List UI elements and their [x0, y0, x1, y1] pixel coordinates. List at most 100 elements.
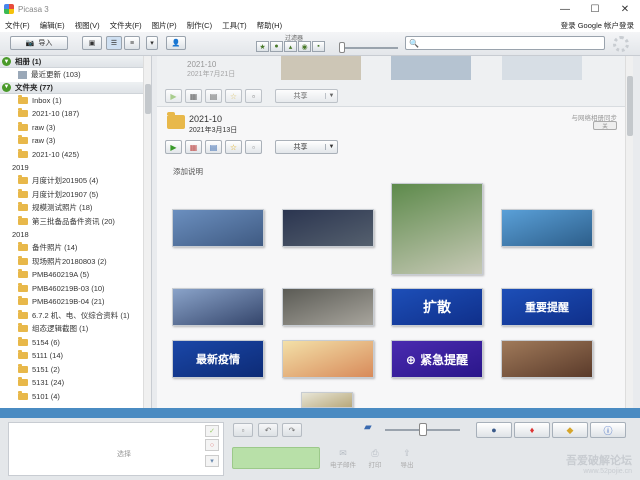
previous-share-button[interactable]: 共享 ▼: [275, 89, 338, 103]
menu-folder[interactable]: 文件夹(F): [105, 20, 147, 31]
filter-user-icon[interactable]: ▴: [284, 41, 297, 52]
maximize-button[interactable]: ☐: [580, 0, 610, 18]
movie-button[interactable]: ▤: [205, 140, 222, 154]
share-button[interactable]: 共享 ▼: [275, 140, 338, 154]
print-button[interactable]: ⎙ 打印: [360, 448, 390, 469]
folder-item[interactable]: 6.7.2 机、电、仪综合资料 (1): [0, 309, 151, 323]
sidebar-scrollbar-thumb[interactable]: [145, 84, 151, 114]
minimize-button[interactable]: —: [550, 0, 580, 18]
tags-panel-button[interactable]: ◆: [552, 422, 588, 438]
close-button[interactable]: ✕: [610, 0, 640, 18]
photo-building[interactable]: [172, 209, 264, 247]
folder-item[interactable]: raw (3): [0, 134, 151, 148]
folder-item[interactable]: 5131 (24): [0, 376, 151, 390]
folder-item[interactable]: PMB460219B-03 (10): [0, 282, 151, 296]
export-button[interactable]: ⇪ 导出: [392, 448, 422, 469]
folder-item[interactable]: PMB460219A (5): [0, 268, 151, 282]
collapse-icon[interactable]: ▼: [2, 57, 11, 66]
collage-button[interactable]: ▦: [185, 140, 202, 154]
folder-item[interactable]: 5151 (2): [0, 363, 151, 377]
albums-header[interactable]: ▼ 相册 (1): [0, 56, 151, 68]
menu-picture[interactable]: 图片(P): [147, 20, 182, 31]
photo-spread-banner[interactable]: 扩散: [391, 288, 483, 326]
photo-document[interactable]: [301, 392, 353, 408]
photo-navy-ship[interactable]: [172, 288, 264, 326]
folder-item[interactable]: 规模测试照片 (18): [0, 201, 151, 215]
menu-view[interactable]: 视图(V): [70, 20, 105, 31]
collapse-icon[interactable]: ▼: [2, 82, 11, 92]
list-view-button[interactable]: ☰: [106, 36, 122, 50]
people-panel-button[interactable]: ●: [476, 422, 512, 438]
folder-label: raw (3): [32, 122, 56, 132]
tree-view-button[interactable]: ≡: [124, 36, 140, 50]
folder-item[interactable]: raw (3): [0, 121, 151, 135]
save-button[interactable]: ▫: [245, 140, 262, 154]
folder-item[interactable]: 第三批备品备件资讯 (20): [0, 215, 151, 229]
view-dropdown-button[interactable]: ▾: [146, 36, 158, 50]
folder-item[interactable]: 2021-10 (425): [0, 148, 151, 162]
folder-item[interactable]: 5101 (4): [0, 390, 151, 404]
play-slideshow-button[interactable]: ▶: [165, 140, 182, 154]
menu-file[interactable]: 文件(F): [0, 20, 35, 31]
menu-edit[interactable]: 编辑(E): [35, 20, 70, 31]
places-panel-button[interactable]: ♦: [514, 422, 550, 438]
rotate-left-button[interactable]: ↶: [258, 423, 278, 437]
info-panel-button[interactable]: ⓘ: [590, 422, 626, 438]
add-to-icon[interactable]: ▾: [205, 455, 219, 467]
star-button[interactable]: ☆: [225, 140, 242, 154]
movie-icon[interactable]: ▤: [205, 89, 222, 103]
search-input[interactable]: 🔍: [405, 36, 605, 50]
filter-people-icon[interactable]: ●: [270, 41, 283, 52]
album-item-recent[interactable]: 最近更新 (103): [0, 68, 151, 82]
photo-aerial-mosque[interactable]: [391, 183, 483, 275]
folder-item[interactable]: 组态逻辑截图 (1): [0, 322, 151, 336]
web-sync-toggle[interactable]: 关: [593, 121, 617, 130]
people-button[interactable]: 👤: [166, 36, 186, 50]
filter-video-icon[interactable]: ▪: [312, 41, 325, 52]
photo-latest-epidemic[interactable]: 最新疫情: [172, 340, 264, 378]
folder-item[interactable]: 5154 (6): [0, 336, 151, 350]
star-icon[interactable]: ☆: [225, 89, 242, 103]
main-scrollbar[interactable]: [625, 56, 633, 408]
menu-help[interactable]: 帮助(H): [252, 20, 287, 31]
filter-geotag-icon[interactable]: ◉: [298, 41, 311, 52]
email-button[interactable]: ✉ 电子邮件: [328, 448, 358, 469]
rotate-right-button[interactable]: ↷: [282, 423, 302, 437]
folder-item[interactable]: 月度计划201907 (5): [0, 188, 151, 202]
save-icon[interactable]: ▫: [245, 89, 262, 103]
photo-medical[interactable]: [282, 288, 374, 326]
filter-starred-icon[interactable]: ★: [256, 41, 269, 52]
folder-item[interactable]: Inbox (1): [0, 94, 151, 108]
menu-create[interactable]: 制作(C): [182, 20, 217, 31]
photo-warship[interactable]: [501, 209, 593, 247]
folder-item[interactable]: 现场照片20180803 (2): [0, 255, 151, 269]
add-to-album-button[interactable]: ▣: [82, 36, 102, 50]
photo-portraits[interactable]: [501, 340, 593, 378]
import-button[interactable]: 📷 导入: [10, 36, 68, 50]
sidebar-scrollbar[interactable]: [143, 56, 151, 408]
folders-header[interactable]: ▼ 文件夹 (77): [0, 81, 151, 94]
photo-officials[interactable]: [282, 209, 374, 247]
sign-in-link[interactable]: 登录 Google 帐户登录: [561, 20, 634, 31]
main-scrollbar-thumb[interactable]: [627, 76, 633, 136]
folder-item[interactable]: PMB460219B-04 (21): [0, 295, 151, 309]
collage-icon[interactable]: ▦: [185, 89, 202, 103]
prev-photo-button[interactable]: ▫: [233, 423, 253, 437]
photo-heatmap[interactable]: [282, 340, 374, 378]
hold-icon[interactable]: ✓: [205, 425, 219, 437]
filter-slider-thumb[interactable]: [339, 42, 345, 53]
upload-button[interactable]: [232, 447, 320, 469]
folder-item[interactable]: 5111 (14): [0, 349, 151, 363]
photo-urgent-alert[interactable]: ⊕ 紧急提醒: [391, 340, 483, 378]
photo-important-notice[interactable]: 重要提醒: [501, 288, 593, 326]
folder-item[interactable]: 备件照片 (14): [0, 241, 151, 255]
thumbnail-size-slider[interactable]: [419, 423, 427, 436]
add-caption-field[interactable]: 添加说明: [173, 166, 203, 177]
folder-item[interactable]: 2021-10 (187): [0, 107, 151, 121]
menu-tools[interactable]: 工具(T): [217, 20, 252, 31]
clear-icon[interactable]: ○: [205, 439, 219, 451]
chevron-down-icon: ▼: [325, 93, 337, 99]
play-icon[interactable]: ▶: [165, 89, 182, 103]
title-bar: Picasa 3 — ☐ ✕: [0, 0, 640, 18]
folder-item[interactable]: 月度计划201905 (4): [0, 174, 151, 188]
